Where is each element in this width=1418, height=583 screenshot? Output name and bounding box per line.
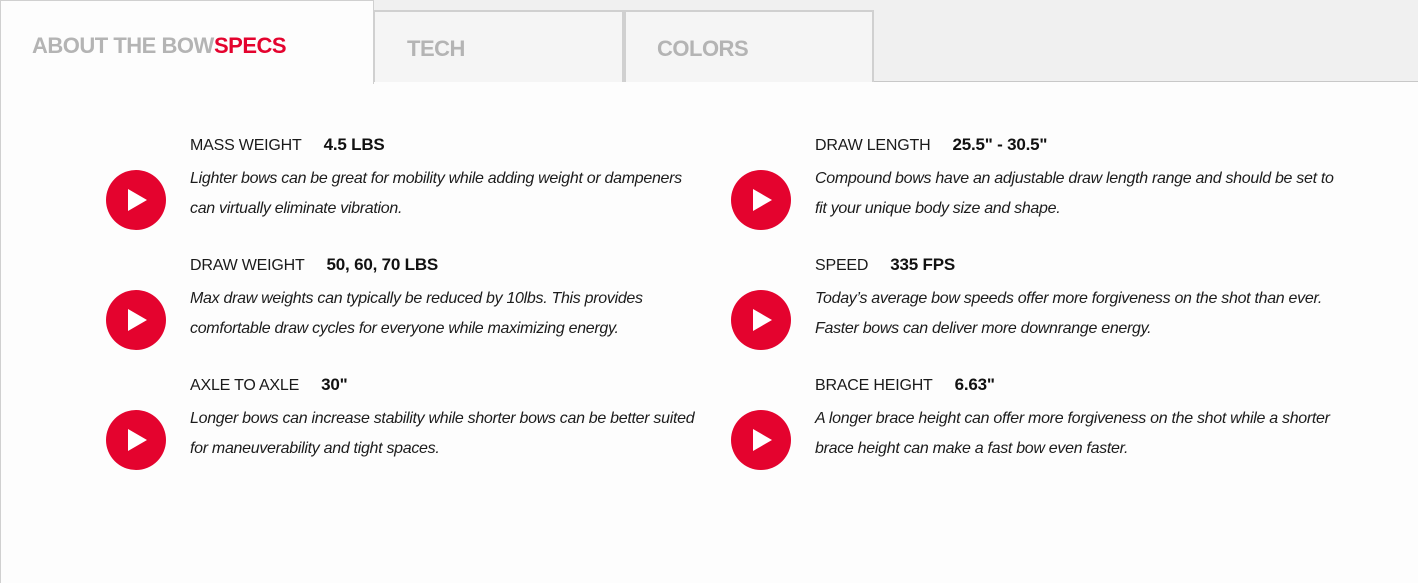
tab-tech-label: TECH [407,36,465,61]
play-button[interactable] [731,410,791,470]
spec-description: A longer brace height can offer more for… [815,410,1330,457]
spec-value: 50, 60, 70 LBS [326,255,439,274]
spec-description: Lighter bows can be great for mobility w… [190,170,682,217]
spec-description: Compound bows have an adjustable draw le… [815,170,1334,217]
specs-panel: MASS WEIGHT 4.5 LBS Lighter bows can be g… [0,82,1418,583]
play-button[interactable] [731,290,791,350]
play-icon [128,189,147,211]
spec-title-row: SPEED 335 FPS [815,255,955,275]
tab-colors[interactable]: COLORS [624,10,874,82]
spec-value: 4.5 LBS [323,135,385,154]
spec-axle-to-axle: AXLE TO AXLE 30" Longer bows can increase… [106,375,695,510]
spec-title-row: DRAW LENGTH 25.5" - 30.5" [815,135,1047,155]
play-button[interactable] [106,290,166,350]
spec-value: 25.5" - 30.5" [952,135,1048,154]
spec-title: BRACE HEIGHT [815,377,933,394]
tab-bar: ABOUT THE BOW SPECS TECH COLORS [0,0,1418,84]
spec-draw-length: DRAW LENGTH 25.5" - 30.5" Compound bows h… [731,135,1334,270]
spec-value: 6.63" [954,375,995,394]
play-icon [753,309,772,331]
spec-brace-height: BRACE HEIGHT 6.63" A longer brace height … [731,375,1330,510]
spec-draw-weight: DRAW WEIGHT 50, 60, 70 LBS Max draw weigh… [106,255,643,390]
play-icon [128,309,147,331]
play-icon [753,189,772,211]
play-icon [753,429,772,451]
play-icon [128,429,147,451]
tab-about-label: ABOUT THE BOW [32,33,214,58]
spec-description: Longer bows can increase stability while… [190,410,695,457]
spec-title-row: AXLE TO AXLE 30" [190,375,348,395]
spec-description: Max draw weights can typically be reduce… [190,290,643,337]
play-button[interactable] [106,170,166,230]
spec-description: Today’s average bow speeds offer more fo… [815,290,1323,337]
spec-title: MASS WEIGHT [190,137,302,154]
spec-title-row: BRACE HEIGHT 6.63" [815,375,995,395]
spec-title: DRAW LENGTH [815,137,931,154]
spec-title-row: MASS WEIGHT 4.5 LBS [190,135,385,155]
spec-title: DRAW WEIGHT [190,257,305,274]
tab-colors-label: COLORS [657,36,749,61]
spec-title: AXLE TO AXLE [190,377,300,394]
tab-tech[interactable]: TECH [373,10,624,82]
spec-title: SPEED [815,257,869,274]
tab-specs-label[interactable]: SPECS [214,33,287,59]
spec-value: 30" [321,375,348,394]
play-button[interactable] [106,410,166,470]
spec-value: 335 FPS [890,255,955,274]
spec-title-row: DRAW WEIGHT 50, 60, 70 LBS [190,255,438,275]
tab-about-the-bow[interactable]: ABOUT THE BOW SPECS [0,0,374,84]
play-button[interactable] [731,170,791,230]
